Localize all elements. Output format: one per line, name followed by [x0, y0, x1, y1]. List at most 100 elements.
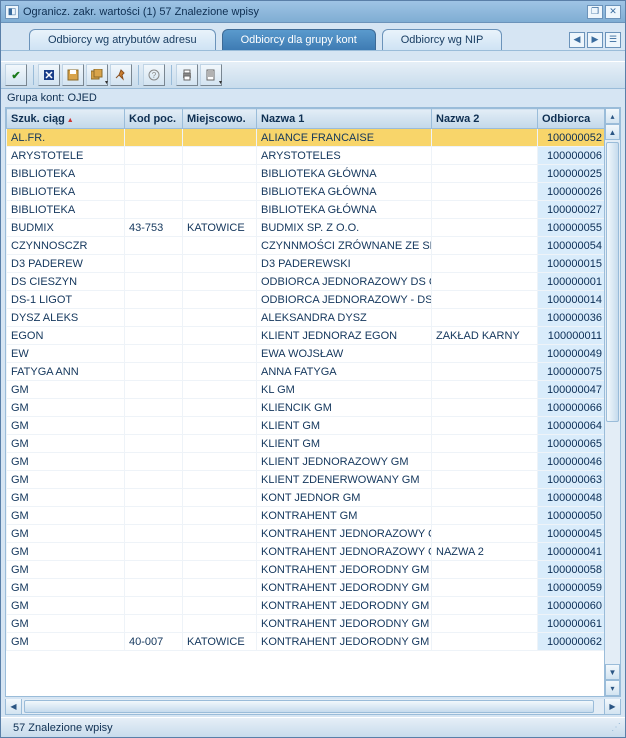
cell: 100000055	[538, 219, 605, 237]
table-row[interactable]: GMKONTRAHENT JEDNORAZOWY GMNAZWA 2100000…	[7, 543, 605, 561]
table-row[interactable]: FATYGA ANNANNA FATYGA100000075	[7, 363, 605, 381]
cell	[183, 579, 257, 597]
export-button[interactable]: ▾	[200, 64, 222, 86]
pin-button[interactable]	[110, 64, 132, 86]
group-line: Grupa kont: OJED	[1, 89, 625, 107]
table-row[interactable]: GMKONTRAHENT JEDORODNY GM100000060	[7, 597, 605, 615]
results-grid[interactable]: Szuk. ciąg▲ Kod poc. Miejscowo. Nazwa 1 …	[6, 108, 604, 696]
scroll-bottom-button[interactable]: ▾	[605, 680, 620, 696]
table-row[interactable]: DS-1 LIGOTODBIORCA JEDNORAZOWY - DS10000…	[7, 291, 605, 309]
cell	[432, 147, 538, 165]
cell: 100000061	[538, 615, 605, 633]
hscroll-right-button[interactable]: ▶	[604, 699, 620, 714]
cell	[125, 201, 183, 219]
tab-address-attributes[interactable]: Odbiorcy wg atrybutów adresu	[29, 29, 216, 50]
cell	[432, 291, 538, 309]
table-row[interactable]: GMKONTRAHENT JEDNORAZOWY GM100000045	[7, 525, 605, 543]
table-row[interactable]: ARYSTOTELEARYSTOTELES100000006	[7, 147, 605, 165]
cell	[183, 129, 257, 147]
cell	[432, 201, 538, 219]
close-button[interactable]: ✕	[605, 5, 621, 19]
hscroll-thumb[interactable]	[24, 700, 594, 713]
restore-button[interactable]: ❐	[587, 5, 603, 19]
table-row[interactable]: GMKLIENCIK GM100000066	[7, 399, 605, 417]
cell: KONTRAHENT JEDORODNY GM	[257, 561, 432, 579]
print-button[interactable]	[176, 64, 198, 86]
tab-scroll-left[interactable]: ◀	[569, 32, 585, 48]
table-row[interactable]: D3 PADEREWD3 PADEREWSKI100000015	[7, 255, 605, 273]
accept-button[interactable]: ✔	[5, 64, 27, 86]
hscroll-left-button[interactable]: ◀	[6, 699, 22, 714]
table-row[interactable]: DYSZ ALEKSALEKSANDRA DYSZ100000036	[7, 309, 605, 327]
scroll-track[interactable]	[605, 140, 620, 664]
table-row[interactable]: GMKONT JEDNOR GM100000048	[7, 489, 605, 507]
tab-scroll-right[interactable]: ▶	[587, 32, 603, 48]
scroll-up-button[interactable]: ▲	[605, 124, 620, 140]
cancel-selection-button[interactable]	[38, 64, 60, 86]
table-row[interactable]: DS CIESZYNODBIORCA JEDNORAZOWY DS C10000…	[7, 273, 605, 291]
table-row[interactable]: EGONKLIENT JEDNORAZ EGONZAKŁAD KARNY1000…	[7, 327, 605, 345]
statusbar: 57 Znalezione wpisy ⋰	[1, 717, 625, 737]
cell: EWA WOJSŁAW	[257, 345, 432, 363]
table-row[interactable]: GMKLIENT GM100000065	[7, 435, 605, 453]
table-row[interactable]: CZYNNOSCZRCZYNNMOŚCI ZRÓWNANE ZE SP10000…	[7, 237, 605, 255]
table-row[interactable]: AL.FR.ALIANCE FRANCAISE100000052	[7, 129, 605, 147]
save-all-button[interactable]: ▾	[86, 64, 108, 86]
cell	[125, 129, 183, 147]
cell: KONTRAHENT JEDORODNY GM	[257, 615, 432, 633]
vertical-scrollbar[interactable]: ▴ ▲ ▼ ▾	[604, 108, 620, 696]
tab-account-group[interactable]: Odbiorcy dla grupy kont	[222, 29, 376, 50]
table-row[interactable]: BIBLIOTEKABIBLIOTEKA GŁÓWNA100000025	[7, 165, 605, 183]
cell	[432, 399, 538, 417]
cell: EW	[7, 345, 125, 363]
cell: 100000058	[538, 561, 605, 579]
col-name1[interactable]: Nazwa 1	[257, 109, 432, 129]
save-button[interactable]	[62, 64, 84, 86]
cell	[125, 435, 183, 453]
col-city[interactable]: Miejscowo.	[183, 109, 257, 129]
table-body: AL.FR.ALIANCE FRANCAISE100000052ARYSTOTE…	[7, 129, 605, 651]
cell	[183, 309, 257, 327]
scroll-top-button[interactable]: ▴	[605, 108, 620, 124]
table-row[interactable]: GMKLIENT GM100000064	[7, 417, 605, 435]
table-row[interactable]: GMKONTRAHENT GM100000050	[7, 507, 605, 525]
cell: KL GM	[257, 381, 432, 399]
table-row[interactable]: GMKONTRAHENT JEDORODNY GM100000059	[7, 579, 605, 597]
cell	[183, 201, 257, 219]
cell: BIBLIOTEKA GŁÓWNA	[257, 165, 432, 183]
scroll-down-button[interactable]: ▼	[605, 664, 620, 680]
window-title: Ogranicz. zakr. wartości (1) 57 Znalezio…	[23, 6, 585, 18]
help-button[interactable]: ?	[143, 64, 165, 86]
scroll-thumb[interactable]	[606, 142, 619, 422]
cell	[432, 561, 538, 579]
table-row[interactable]: GMKL GM100000047	[7, 381, 605, 399]
app-icon: ◧	[5, 5, 19, 19]
cell	[125, 381, 183, 399]
col-search-string[interactable]: Szuk. ciąg▲	[7, 109, 125, 129]
cell: GM	[7, 615, 125, 633]
help-icon: ?	[148, 69, 160, 81]
horizontal-scrollbar[interactable]: ◀ ▶	[5, 699, 621, 715]
hscroll-track[interactable]	[22, 699, 604, 714]
table-row[interactable]: BIBLIOTEKABIBLIOTEKA GŁÓWNA100000027	[7, 201, 605, 219]
table-row[interactable]: BUDMIX43-753KATOWICEBUDMIX SP. Z O.O.100…	[7, 219, 605, 237]
cell	[125, 309, 183, 327]
table-row[interactable]: EWEWA WOJSŁAW100000049	[7, 345, 605, 363]
col-postal-code[interactable]: Kod poc.	[125, 109, 183, 129]
tab-list-button[interactable]: ☰	[605, 32, 621, 48]
resize-grip[interactable]: ⋰	[611, 722, 619, 733]
col-customer[interactable]: Odbiorca	[538, 109, 605, 129]
cell: 100000066	[538, 399, 605, 417]
cell: GM	[7, 633, 125, 651]
table-row[interactable]: BIBLIOTEKABIBLIOTEKA GŁÓWNA100000026	[7, 183, 605, 201]
tab-nip[interactable]: Odbiorcy wg NIP	[382, 29, 503, 50]
col-name2[interactable]: Nazwa 2	[432, 109, 538, 129]
table-row[interactable]: GMKLIENT ZDENERWOWANY GM100000063	[7, 471, 605, 489]
table-row[interactable]: GM40-007KATOWICEKONTRAHENT JEDORODNY GM1…	[7, 633, 605, 651]
cell: BIBLIOTEKA	[7, 183, 125, 201]
cell: ALIANCE FRANCAISE	[257, 129, 432, 147]
table-row[interactable]: GMKLIENT JEDNORAZOWY GM100000046	[7, 453, 605, 471]
table-row[interactable]: GMKONTRAHENT JEDORODNY GM100000058	[7, 561, 605, 579]
cell: D3 PADEREW	[7, 255, 125, 273]
table-row[interactable]: GM KONTRAHENT JEDORODNY GM 100000061	[7, 615, 605, 633]
